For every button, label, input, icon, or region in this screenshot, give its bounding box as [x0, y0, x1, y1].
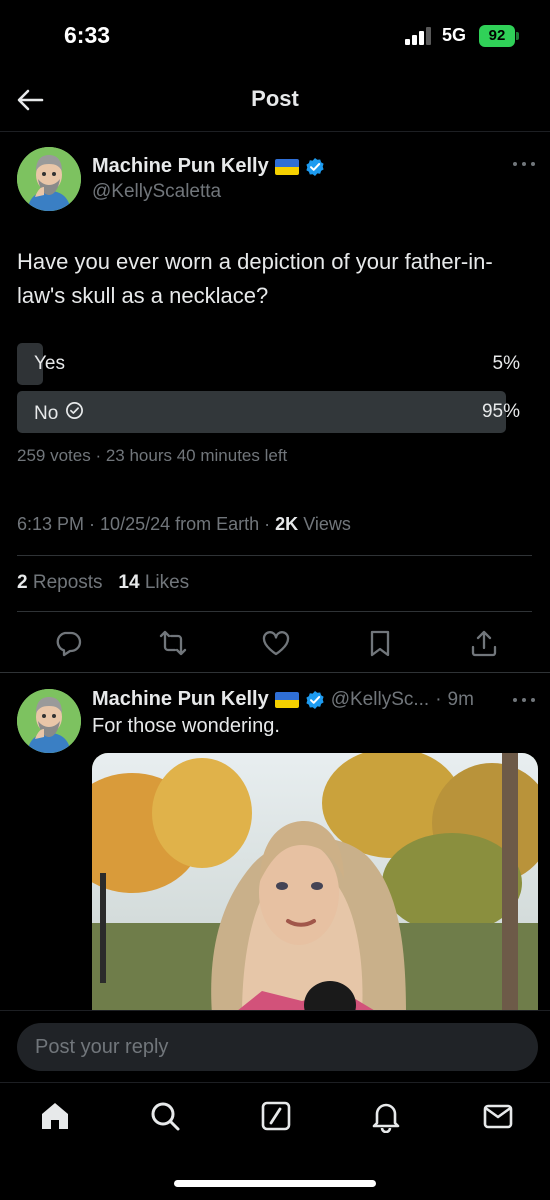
share-icon[interactable] — [469, 628, 499, 658]
battery-icon: 92 — [479, 25, 519, 47]
divider — [17, 611, 532, 612]
poll-option-label: Yes — [34, 353, 65, 374]
views-label[interactable]: Views — [303, 514, 351, 534]
poll-option-yes: Yes 5% — [17, 343, 532, 385]
author-name[interactable]: Machine Pun Kelly — [92, 155, 325, 178]
divider — [0, 672, 550, 673]
verified-badge-icon — [305, 157, 325, 177]
ukraine-flag-icon — [274, 691, 299, 708]
grok-icon[interactable] — [259, 1099, 293, 1133]
poll-votes: 259 votes — [17, 446, 91, 465]
page-title: Post — [251, 86, 299, 111]
home-icon[interactable] — [38, 1099, 72, 1133]
like-icon[interactable] — [261, 628, 291, 658]
reply-media-image[interactable] — [92, 753, 538, 1015]
post-source: from Earth — [175, 514, 260, 534]
author-name-text: Machine Pun Kelly — [92, 155, 269, 177]
reply-more-options-icon[interactable] — [513, 696, 537, 704]
poll-option-percent: 95% — [481, 401, 520, 422]
post-header: Post — [0, 70, 550, 132]
more-options-icon[interactable] — [513, 160, 537, 168]
post-actions — [0, 624, 550, 664]
author-handle[interactable]: @KellyScaletta — [92, 181, 221, 203]
post-date: 10/25/24 — [100, 514, 171, 534]
poll-option-percent: 5% — [492, 353, 520, 374]
notifications-icon[interactable] — [369, 1099, 403, 1134]
signal-icon — [405, 27, 435, 45]
poll-time-left: 23 hours 40 minutes left — [105, 446, 288, 465]
likes-stat[interactable]: 14 Likes — [118, 572, 189, 593]
views-count: 2K — [275, 514, 299, 534]
poll-meta: 259 votes · 23 hours 40 minutes left — [17, 446, 288, 465]
home-indicator — [174, 1180, 376, 1187]
network-type: 5G — [442, 25, 467, 45]
poll-bar — [17, 391, 507, 433]
reply-time-ago: 9m — [447, 688, 474, 710]
poll-option-no: No 95% — [17, 391, 532, 433]
reply-input[interactable] — [17, 1023, 538, 1071]
status-bar: 6:33 5G 92 — [0, 0, 550, 70]
post-stats: 2 Reposts 14 Likes — [17, 572, 189, 594]
reply-author-avatar[interactable] — [17, 689, 81, 753]
post-text: Have you ever worn a depiction of your f… — [17, 249, 493, 308]
verified-badge-icon — [305, 690, 325, 710]
repost-icon[interactable] — [158, 628, 188, 658]
voted-check-icon — [65, 401, 84, 426]
search-icon[interactable] — [148, 1099, 182, 1133]
reply-text: For those wondering. — [92, 715, 280, 737]
post-timestamp: 6:13 PM · 10/25/24 from Earth · 2K Views — [17, 514, 351, 534]
reply-author-name-text: Machine Pun Kelly — [92, 688, 269, 710]
reply-time-separator: · — [435, 688, 442, 710]
author-avatar[interactable] — [17, 147, 81, 211]
reply-composer-bar — [0, 1010, 550, 1082]
reply-author-name[interactable]: Machine Pun Kelly @KellySc... · 9m — [92, 688, 474, 711]
post-time: 6:13 PM — [17, 514, 85, 534]
divider — [17, 555, 532, 556]
status-time: 6:33 — [64, 22, 111, 48]
reposts-stat[interactable]: 2 Reposts — [17, 572, 103, 593]
reply-author-handle: @KellySc... — [330, 688, 430, 710]
reply-icon[interactable] — [53, 628, 83, 658]
ukraine-flag-icon — [274, 158, 299, 175]
messages-icon[interactable] — [481, 1099, 515, 1133]
battery-level: 92 — [488, 27, 506, 44]
poll-option-label: No — [34, 401, 84, 426]
bookmark-icon[interactable] — [365, 628, 395, 658]
